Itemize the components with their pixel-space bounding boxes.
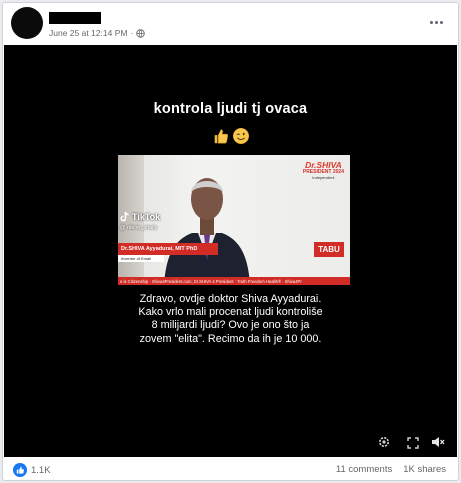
caption-line: zovem "elita". Recimo da ih je 10 000. (139, 332, 322, 345)
tabu-badge: TABU (314, 242, 344, 257)
dot (439, 20, 443, 24)
like-icon (13, 463, 27, 477)
thumbs-up-icon (16, 466, 24, 474)
reactions-count: 1.1K (31, 464, 51, 476)
settings-icon[interactable] (377, 435, 391, 449)
post-timestamp[interactable]: June 25 at 12:14 PM (49, 28, 127, 38)
redacted-author-name[interactable] (49, 12, 101, 24)
tiktok-icon (120, 211, 129, 222)
globe-icon (136, 28, 146, 38)
reactions-summary[interactable]: 1.1K (13, 463, 51, 477)
comments-count-link[interactable]: 11 comments (336, 464, 392, 475)
post-footer: 1.1K 11 comments 1K shares (3, 459, 458, 480)
mute-icon[interactable] (431, 435, 445, 449)
video-frame: Dr.SHIVA PRESIDENT 2024 Independent TikT… (118, 155, 350, 285)
speaker-image (164, 178, 250, 285)
dot (434, 20, 438, 24)
engagement-stats: 11 comments 1K shares (336, 464, 446, 475)
avatar[interactable] (11, 7, 43, 39)
caption-line: Zdravo, ovdje doktor Shiva Ayyadurai. (139, 293, 322, 305)
logo-subtitle: PRESIDENT 2024 (302, 168, 344, 175)
tiktok-watermark: TikTok (119, 211, 160, 223)
dot (429, 20, 433, 24)
tiktok-username: @ nikon_shally (120, 225, 158, 231)
speaker-name-bar: Dr.SHIVA Ayyadurai, MIT PhD (118, 243, 218, 255)
winking-face-emoji (232, 127, 249, 145)
tiktok-label: TikTok (132, 212, 161, 222)
post-header: June 25 at 12:14 PM · (3, 3, 458, 47)
meta-separator: · (130, 28, 134, 38)
video-player[interactable]: kontrola ljudi tj ovaca Dr.SHIVA PRESIDE… (4, 45, 457, 457)
news-ticker: e is Citizenship · Shiva4President.com, … (118, 277, 350, 285)
video-caption-body: Zdravo, ovdje doktor Shiva Ayyadurai. Ka… (4, 293, 457, 346)
caption-line: Kako vrlo mali procenat ljudi kontroliše (138, 306, 323, 319)
shares-count-link[interactable]: 1K shares (403, 464, 446, 475)
campaign-logo: Dr.SHIVA PRESIDENT 2024 Independent (303, 161, 344, 180)
video-caption-top: kontrola ljudi tj ovaca (153, 101, 308, 117)
speaker-title-bar: Inventor of Email (118, 255, 164, 262)
more-options-icon[interactable] (428, 17, 444, 27)
thumbs-up-emoji (214, 129, 228, 144)
logo-tagline: Independent (312, 174, 335, 180)
post-card: June 25 at 12:14 PM · kontrola ljudi tj … (2, 2, 459, 481)
fullscreen-icon[interactable] (407, 437, 419, 449)
caption-line: 8 milijardi ljudi? Ovo je ono što ja (151, 319, 310, 332)
post-meta: June 25 at 12:14 PM · (49, 28, 146, 38)
caption-emojis (4, 127, 457, 145)
